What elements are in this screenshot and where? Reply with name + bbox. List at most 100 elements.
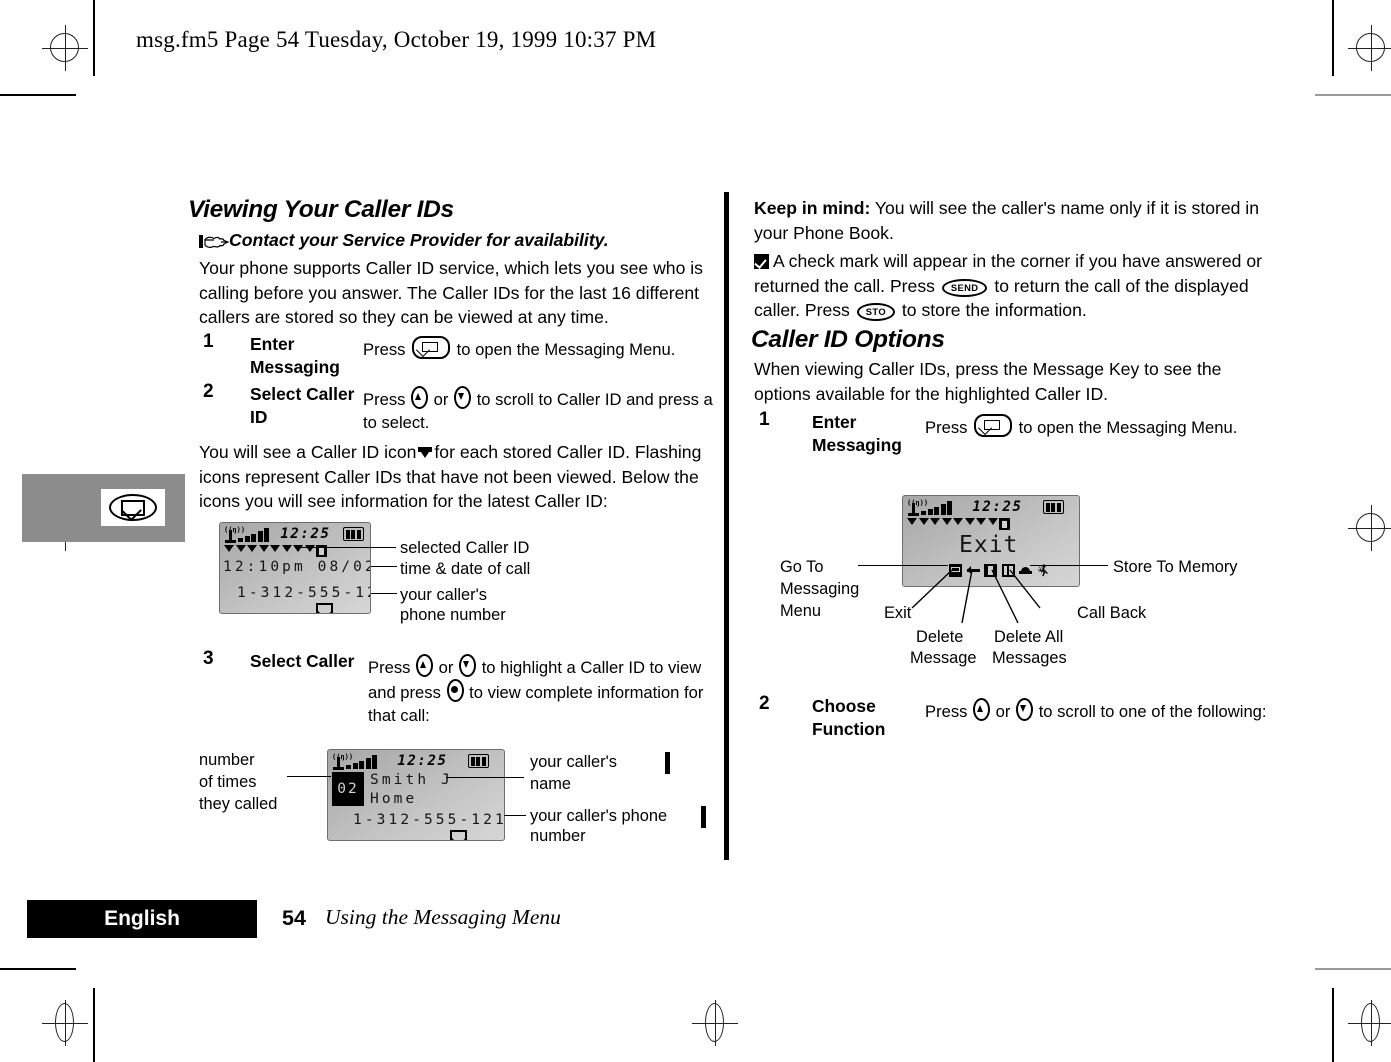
scroll-down-key-icon bbox=[459, 654, 477, 677]
registration-mark-bottom-center bbox=[692, 1000, 738, 1046]
left-paragraph-2: You will see a Caller ID icon for each st… bbox=[199, 440, 717, 514]
scroll-up-key-icon bbox=[973, 698, 991, 721]
caller-id-marker bbox=[247, 545, 257, 552]
leader-line-call-count bbox=[287, 776, 331, 778]
leader-line-go-to-messaging bbox=[858, 565, 948, 567]
message-envelope-key-icon bbox=[101, 489, 165, 526]
callout-caller-name-line2: name bbox=[530, 775, 572, 793]
scroll-up-key-icon bbox=[411, 386, 429, 409]
leader-line-caller-name bbox=[446, 777, 524, 779]
leader-line-store-to-memory bbox=[1030, 565, 1108, 567]
leader-line-selected-caller-id bbox=[300, 547, 396, 549]
phone-display-caller-id: ((ŋ)) 12:25 12:10pm 08/02/9 1-312-555-12… bbox=[219, 522, 371, 614]
keep-in-mind-label: Keep in mind: bbox=[754, 198, 871, 218]
right-step-2-text-mid: or bbox=[995, 702, 1011, 721]
callout-delete-message-line2: Message bbox=[910, 649, 977, 667]
left-step-1-text-before: Press bbox=[363, 340, 406, 359]
language-label: English bbox=[104, 907, 180, 930]
caller-id-marker bbox=[987, 518, 998, 525]
callout-delete-message-line1: Delete bbox=[916, 628, 964, 646]
left-step-3-instruction: Press or to highlight a Caller ID to vie… bbox=[368, 654, 716, 727]
antenna-icon: ((ŋ)) bbox=[907, 499, 928, 516]
display1-bottom-icons: )) bbox=[316, 601, 370, 613]
change-bar-name bbox=[665, 752, 670, 774]
right-step-1-label: Enter Messaging bbox=[812, 412, 902, 455]
display3-status-row: ((ŋ)) 12:25 bbox=[907, 499, 1064, 516]
left-step-2-text-mid: or bbox=[433, 390, 449, 409]
display3-main-text: Exit bbox=[959, 532, 1019, 558]
trim-line-left-horizontal bbox=[0, 94, 76, 96]
display2-status-row: ((ŋ)) 12:25 bbox=[332, 753, 489, 770]
left-step-1-text-after: to open the Messaging Menu. bbox=[456, 340, 676, 359]
left-step-1-label: Enter Messaging bbox=[250, 334, 340, 377]
battery-icon bbox=[467, 754, 489, 768]
send-key-icon: SEND bbox=[941, 278, 988, 297]
display2-caller-type: Home bbox=[370, 791, 418, 807]
caller-id-marker bbox=[270, 545, 280, 552]
leader-line-caller-phone bbox=[504, 815, 526, 817]
display3-caller-id-markers bbox=[907, 518, 1010, 530]
callout-phone-number-line2: phone number bbox=[400, 606, 506, 624]
left-step-3-text-mid: or bbox=[438, 658, 454, 677]
display2-bottom-icons: )) bbox=[450, 828, 504, 840]
callout-caller-phone-line1: your caller's phone bbox=[530, 807, 668, 825]
left-step-1-instruction: Press to open the Messaging Menu. bbox=[363, 336, 713, 361]
chapter-title: Using the Messaging Menu bbox=[325, 905, 561, 929]
caller-id-marker bbox=[224, 545, 234, 552]
callout-go-to-line2: Messaging bbox=[780, 580, 860, 598]
page-header-text: msg.fm5 Page 54 Tuesday, October 19, 199… bbox=[136, 27, 657, 52]
right-step-2-text-after: to scroll to one of the following: bbox=[1038, 702, 1267, 721]
tip-text: Contact your Service Provider for availa… bbox=[229, 230, 609, 250]
right-step-2-instruction: Press or to scroll to one of the followi… bbox=[925, 698, 1270, 723]
leader-line-phone-number bbox=[371, 593, 397, 595]
left-section-title: Viewing Your Caller IDs bbox=[188, 196, 454, 223]
callout-call-count-line3: they called bbox=[199, 795, 278, 813]
right-step-1-number: 1 bbox=[759, 409, 770, 430]
trim-line-right-horizontal-bottom bbox=[1315, 968, 1391, 971]
select-key-icon bbox=[446, 679, 464, 702]
registration-mark-bottom-left bbox=[42, 1000, 88, 1046]
callout-call-back: Call Back bbox=[1077, 604, 1147, 622]
display1-status-row: ((ŋ)) 12:25 bbox=[224, 526, 364, 543]
right-section-title: Caller ID Options bbox=[751, 326, 945, 353]
tip-line: Contact your Service Provider for availa… bbox=[199, 228, 719, 255]
callout-call-count-line1: number bbox=[199, 751, 255, 769]
right-step-1-instruction: Press to open the Messaging Menu. bbox=[925, 414, 1265, 439]
registration-mark-bottom-right bbox=[1348, 1000, 1391, 1046]
right-step-2-label: Choose Function bbox=[812, 696, 886, 739]
caller-id-marker bbox=[907, 518, 917, 525]
right-intro-paragraph: When viewing Caller IDs, press the Messa… bbox=[754, 359, 1222, 404]
caller-id-marker bbox=[964, 518, 975, 525]
caller-id-marker bbox=[976, 518, 986, 525]
keep-in-mind-paragraph: Keep in mind: You will see the caller's … bbox=[754, 196, 1274, 245]
message-key-icon bbox=[974, 414, 1013, 437]
column-divider bbox=[724, 192, 729, 860]
display1-time-date: 12:10pm 08/02/9 bbox=[223, 559, 370, 575]
trim-line-right-vertical bbox=[1332, 0, 1334, 76]
store-key-icon: STO bbox=[856, 303, 896, 321]
callout-call-count-line2: of times bbox=[199, 773, 257, 791]
envelope-icon bbox=[316, 603, 333, 613]
trim-line-right-horizontal bbox=[1315, 94, 1391, 96]
scroll-down-key-icon bbox=[454, 386, 472, 409]
right-step-2-text-before: Press bbox=[925, 702, 968, 721]
page-number: 54 bbox=[282, 906, 306, 930]
registration-mark-top-left bbox=[42, 25, 88, 71]
caller-id-selected-marker bbox=[999, 518, 1010, 530]
callout-delete-all-line2: Messages bbox=[992, 649, 1067, 667]
display2-phone-number: 1-312-555-1212 bbox=[353, 812, 505, 828]
caller-id-marker bbox=[281, 545, 292, 552]
callout-selected-caller-id: selected Caller ID bbox=[400, 539, 530, 557]
callout-time-date: time & date of call bbox=[400, 560, 531, 578]
display2-clock: 12:25 bbox=[397, 753, 448, 769]
checkmark-text-c: to store the information. bbox=[901, 300, 1087, 320]
phone-display-caller-detail: ((ŋ)) 12:25 02 Smith J Home 1-312-555-12… bbox=[327, 749, 505, 841]
callout-caller-phone-line2: number bbox=[530, 827, 586, 845]
caller-id-marker bbox=[918, 518, 929, 525]
scroll-down-key-icon bbox=[1016, 698, 1034, 721]
left-step-2-label: Select Caller ID bbox=[250, 384, 355, 427]
checkmark-icon bbox=[754, 254, 769, 269]
caller-id-marker bbox=[930, 518, 940, 525]
registration-mark-top-right bbox=[1348, 25, 1391, 71]
left-step-2-instruction: Press or to scroll to Caller ID and pres… bbox=[363, 386, 715, 434]
